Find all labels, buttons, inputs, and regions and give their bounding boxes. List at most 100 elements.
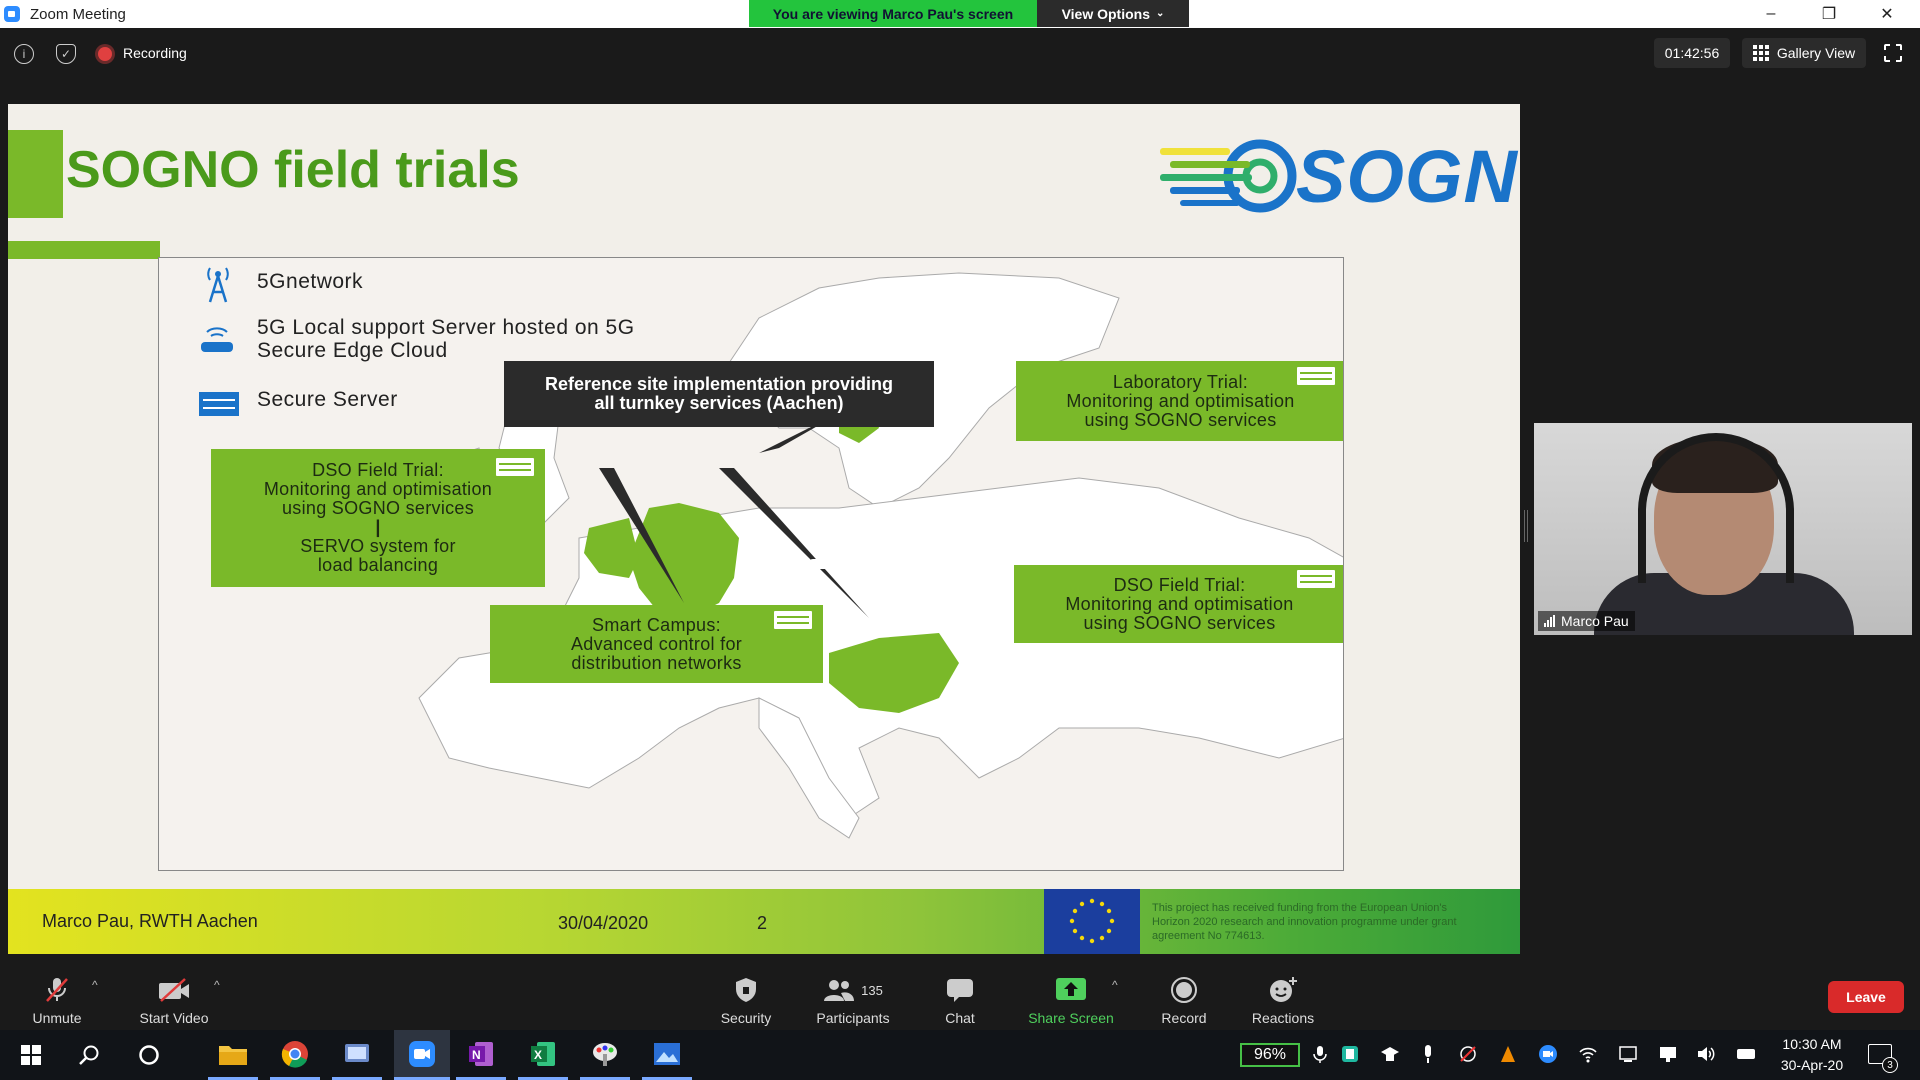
muted-microphone-icon	[44, 976, 70, 1004]
share-screen-label: Share Screen	[1028, 1010, 1114, 1026]
notifications-count: 3	[1882, 1057, 1898, 1073]
chrome-icon[interactable]	[270, 1030, 320, 1080]
server-icon	[1297, 367, 1335, 385]
app-tray-icon[interactable]	[1340, 1044, 1360, 1064]
recording-icon	[98, 47, 112, 61]
share-screen-icon	[1056, 976, 1086, 1004]
eu-flag-icon	[1044, 889, 1140, 954]
keyboard-tray-icon[interactable]	[1736, 1044, 1756, 1064]
video-options-caret-icon[interactable]: ^	[214, 978, 220, 992]
file-explorer-icon[interactable]	[208, 1030, 258, 1080]
windows-start-icon[interactable]	[6, 1030, 56, 1080]
audio-options-caret-icon[interactable]: ^	[92, 978, 98, 992]
participant-name: Marco Pau	[1561, 613, 1629, 629]
gallery-view-label: Gallery View	[1776, 45, 1856, 61]
chevron-down-icon: ⌄	[1156, 8, 1165, 19]
dso-left-line3: using SOGNO services	[281, 498, 475, 518]
meeting-timer: 01:42:56	[1654, 38, 1730, 68]
svg-text:N: N	[472, 1048, 481, 1062]
meeting-topbar	[0, 28, 1920, 80]
gallery-view-button[interactable]: Gallery View	[1742, 38, 1866, 68]
title-accent-block	[8, 130, 63, 218]
microphone-device-icon[interactable]	[1418, 1044, 1438, 1064]
dso-right-line3: using SOGNO services	[1083, 612, 1276, 633]
dso-left-line5: load balancing	[317, 555, 439, 575]
panel-resize-handle[interactable]	[1524, 510, 1528, 542]
server-icon	[1297, 570, 1335, 588]
legend-5g-network: 5Gnetwork	[257, 270, 364, 293]
dso-right-line1: DSO Field Trial:	[1113, 574, 1246, 595]
reference-site-callout: Reference site implementation providing …	[504, 361, 934, 427]
participant-video-tile[interactable]: Marco Pau	[1534, 423, 1912, 635]
dso-field-trial-left-callout: DSO Field Trial: Monitoring and optimisa…	[211, 449, 545, 587]
search-icon[interactable]	[64, 1030, 114, 1080]
legend-secure-server: Secure Server	[257, 388, 398, 411]
svg-text:X: X	[534, 1048, 542, 1062]
participant-name-tag: Marco Pau	[1538, 611, 1635, 631]
lab-trial-line1: Laboratory Trial:	[1112, 371, 1249, 392]
reactions-label: Reactions	[1251, 1010, 1315, 1026]
server-icon	[774, 611, 812, 629]
participants-count: 135	[861, 982, 883, 998]
participants-icon: 135	[823, 976, 883, 1004]
lab-trial-line2: Monitoring and optimisation	[1066, 390, 1295, 411]
graduation-tray-icon[interactable]	[1380, 1044, 1400, 1064]
security-button[interactable]: Security	[716, 964, 776, 1026]
participants-button[interactable]: 135 Participants	[810, 964, 896, 1026]
network-off-tray-icon[interactable]	[1458, 1044, 1478, 1064]
vlc-tray-icon[interactable]	[1498, 1044, 1518, 1064]
clock-time: 10:30 AM	[1782, 1036, 1842, 1052]
chat-button[interactable]: Chat	[936, 964, 984, 1026]
record-label: Record	[1161, 1010, 1207, 1026]
excel-icon[interactable]: X	[518, 1030, 568, 1080]
close-button[interactable]: ✕	[1858, 0, 1916, 28]
start-video-label: Start Video	[139, 1010, 209, 1026]
smart-campus-line3: distribution networks	[571, 652, 742, 673]
zoom-taskbar-icon[interactable]	[394, 1030, 450, 1080]
view-options-button[interactable]: View Options ⌄	[1037, 0, 1189, 27]
volume-icon[interactable]	[1696, 1044, 1716, 1064]
monitor-tray-icon[interactable]	[1658, 1044, 1678, 1064]
lab-trial-line3: using SOGNO services	[1084, 409, 1277, 430]
fullscreen-icon[interactable]	[1883, 43, 1903, 63]
eu-funding-text: This project has received funding from t…	[1152, 902, 1457, 942]
shield-icon[interactable]: ✓	[56, 44, 76, 64]
task-view-icon[interactable]	[124, 1030, 174, 1080]
reactions-button[interactable]: Reactions	[1246, 964, 1320, 1026]
grid-icon	[1752, 45, 1769, 61]
footer-date: 30/04/2020	[558, 913, 649, 933]
photos-icon[interactable]	[642, 1030, 692, 1080]
dso-left-line2: Monitoring and optimisation	[263, 479, 493, 499]
onenote-icon[interactable]: N	[456, 1030, 506, 1080]
shared-screen-slide: SOGNO field trials SOGNO	[8, 104, 1520, 954]
security-label: Security	[720, 1010, 772, 1026]
leave-meeting-button[interactable]: Leave	[1828, 981, 1904, 1013]
footer-author: Marco Pau, RWTH Aachen	[42, 911, 258, 931]
restore-button[interactable]: ❐	[1800, 0, 1858, 28]
share-screen-button[interactable]: Share Screen	[1024, 964, 1118, 1026]
unmute-button[interactable]: Unmute	[24, 964, 90, 1026]
snipping-tool-icon[interactable]	[332, 1030, 382, 1080]
server-icon	[496, 458, 534, 476]
smiley-plus-icon	[1268, 976, 1298, 1004]
wifi-icon[interactable]	[1578, 1044, 1598, 1064]
battery-indicator[interactable]: 96%	[1240, 1043, 1300, 1067]
title-underline-bar	[8, 241, 160, 259]
paint-icon[interactable]	[580, 1030, 630, 1080]
system-clock[interactable]: 10:30 AM 30-Apr-20	[1766, 1034, 1858, 1076]
microphone-tray-icon[interactable]	[1310, 1044, 1330, 1064]
headset-icon	[1638, 433, 1794, 583]
info-icon[interactable]: i	[14, 44, 34, 64]
slide-title: SOGNO field trials	[66, 141, 520, 199]
display-tray-icon[interactable]	[1618, 1044, 1638, 1064]
record-button[interactable]: Record	[1156, 964, 1212, 1026]
dso-right-line2: Monitoring and optimisation	[1065, 593, 1294, 614]
start-video-button[interactable]: Start Video	[134, 964, 214, 1026]
record-icon	[1170, 976, 1198, 1004]
zoom-tray-icon[interactable]	[1538, 1044, 1558, 1064]
share-options-caret-icon[interactable]: ^	[1112, 978, 1118, 992]
dso-left-line1: DSO Field Trial:	[312, 460, 444, 480]
dso-field-trial-right-callout: DSO Field Trial: Monitoring and optimisa…	[1014, 565, 1343, 643]
minimize-button[interactable]: –	[1742, 0, 1800, 28]
europe-map: 5Gnetwork 5G Local support Server hosted…	[158, 257, 1344, 871]
